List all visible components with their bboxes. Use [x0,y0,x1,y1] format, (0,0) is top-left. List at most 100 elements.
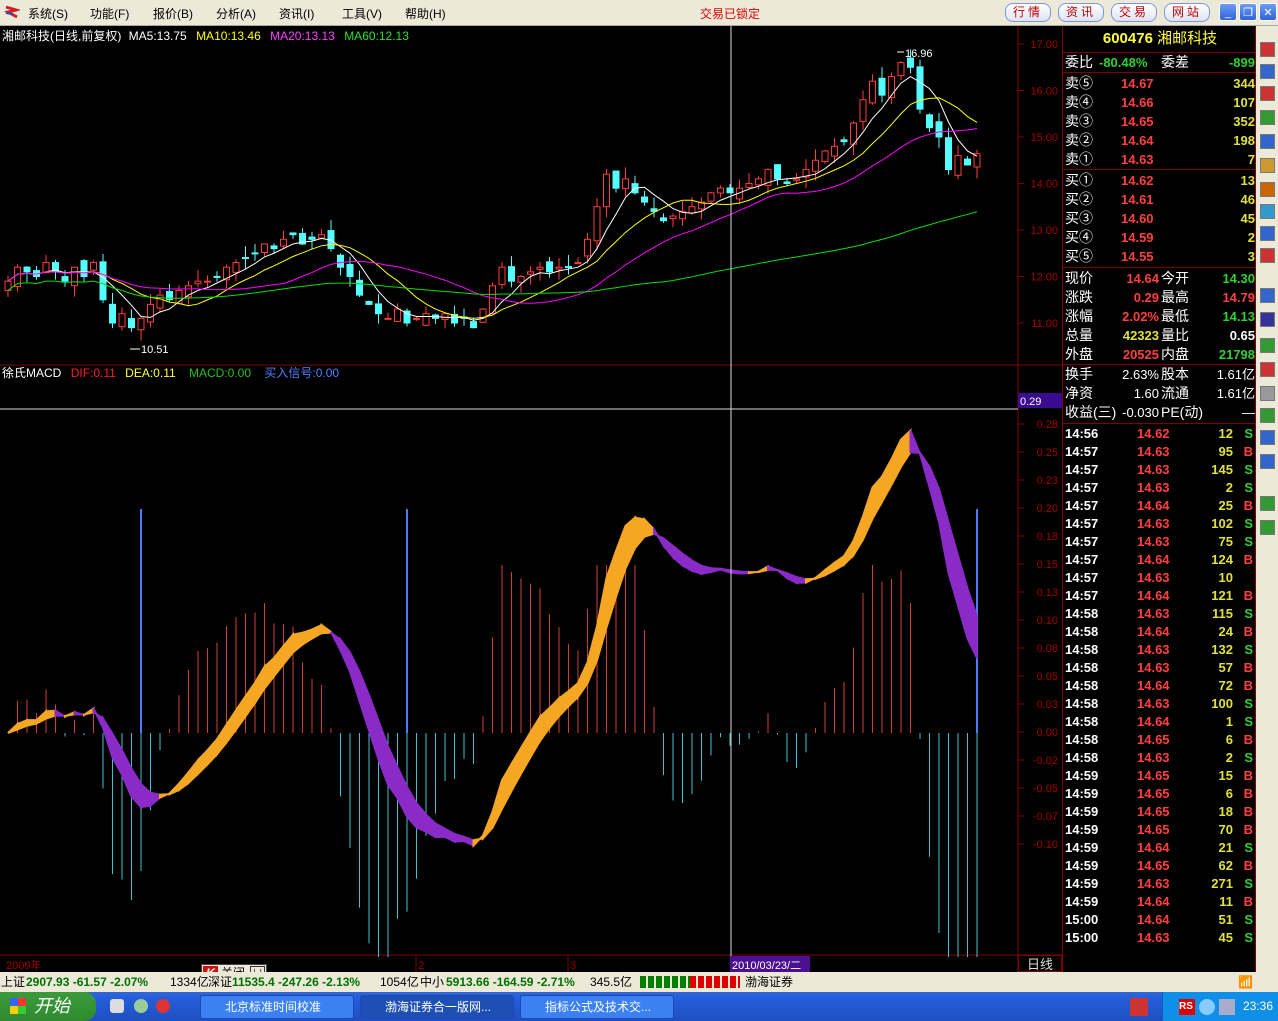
tick-volume: 145 [1211,462,1233,477]
tick-side: S [1244,840,1253,855]
tray-app-icon[interactable] [1130,998,1148,1016]
menu-system[interactable]: 系统(S) [28,5,68,22]
tick-time: 14:59 [1065,786,1099,801]
toolbar-icon-14[interactable] [1260,386,1275,401]
tick-time: 14:59 [1065,858,1099,873]
toolbar-icon-15[interactable] [1260,408,1275,423]
tick-time: 15:00 [1065,930,1099,945]
website-button[interactable]: 网站 [1164,3,1210,22]
toolbar-icon-11[interactable] [1260,312,1275,327]
stat-value: 0.65 [1229,328,1255,343]
dea-value: DEA:0.11 [125,366,176,380]
menu-tools[interactable]: 工具(V) [342,5,382,22]
candle-body [498,266,506,285]
toolbar-icon-5[interactable] [1260,158,1275,173]
macd-ribbon-segment [26,719,38,727]
toolbar-icon-10[interactable] [1260,288,1275,303]
rs-icon[interactable]: RS [1179,999,1195,1015]
task-time-sync[interactable]: 北京标准时间校准 [200,995,354,1019]
tick-price: 14.63 [1137,606,1170,621]
weicha-value: -899 [1228,55,1255,70]
broker-name: 渤海证券 [745,975,794,989]
tick-time: 14:59 [1065,822,1099,837]
macd-axis-label: 0.03 [1037,699,1058,711]
menu-quote[interactable]: 报价(B) [153,5,193,22]
toolbar-icon-16[interactable] [1260,430,1275,445]
period-tab[interactable]: 日线 [1018,955,1062,972]
minimize-button[interactable]: _ [1219,3,1237,21]
tick-price: 14.65 [1137,858,1170,873]
toolbar-icon-2[interactable] [1260,86,1275,101]
task-ie-formula[interactable]: 指标公式及技术交... [520,995,674,1019]
tick-volume: 132 [1211,642,1233,657]
tick-volume: 24 [1218,624,1233,639]
buys-row: 买② 14.61 46 [1063,190,1257,209]
app-quicklaunch-icon[interactable] [156,999,170,1013]
toolbar-icon-3[interactable] [1260,110,1275,125]
sh-label: 上证 [1,975,26,989]
candle-body [204,280,211,283]
macd-ribbon-segment [710,567,722,574]
macd-ribbon-segment [586,625,598,684]
toolbar-icon-17[interactable] [1260,454,1275,469]
buys-volume: 46 [1240,192,1255,207]
sells-row: 卖① 14.63 7 [1063,150,1257,169]
stat-label: 最高 [1161,289,1189,305]
toolbar-icon-12[interactable] [1260,338,1275,353]
signal-icon: 📶 [1238,975,1253,989]
qq-icon[interactable] [1199,999,1215,1015]
tick-volume: 75 [1218,534,1233,549]
toolbar-icon-8[interactable] [1260,226,1275,241]
toolbar-icon-7[interactable] [1260,204,1275,219]
restore-button[interactable]: ❐ [1239,3,1257,21]
media-quicklaunch-icon[interactable] [134,999,148,1013]
candle-body [61,276,69,282]
tick-price: 14.63 [1137,930,1170,945]
toolbar-icon-4[interactable] [1260,134,1275,149]
toolbar-icon-6[interactable] [1260,182,1275,197]
candle-body [584,238,591,257]
tick-volume: 21 [1218,840,1233,855]
menu-function[interactable]: 功能(F) [90,5,129,22]
menu-analysis[interactable]: 分析(A) [216,5,256,22]
right-toolbar [1256,26,1278,972]
fund-value: 2.63% [1122,367,1159,382]
menu-help[interactable]: 帮助(H) [405,5,446,22]
tick-volume: 6 [1225,786,1233,801]
buys-row: 买⑤ 14.55 3 [1063,247,1257,266]
tick-side: S [1244,426,1253,441]
toolbar-icon-0[interactable] [1260,42,1275,57]
tick-volume: 70 [1218,822,1233,837]
buys-row: 买④ 14.59 2 [1063,228,1257,247]
tick-side: B [1243,588,1253,603]
zx-index: 5913.66 -164.59 -2.71% [446,975,575,989]
network-icon[interactable] [1219,999,1235,1015]
close-button[interactable]: ✕ [1259,3,1277,21]
tick-side: S [1244,480,1253,495]
macd-ribbon-segment [786,571,798,585]
macd-ribbon-segment [187,757,199,786]
toolbar-icon-19[interactable] [1260,520,1275,535]
toolbar-icon-13[interactable] [1260,362,1275,377]
task-bohai-securities[interactable]: 渤海证券合一版网... [360,995,514,1019]
stat-value: 14.30 [1222,271,1255,286]
tick-time: 14:58 [1065,750,1099,765]
sells-label: 卖② [1065,132,1093,148]
toolbar-icon-18[interactable] [1260,496,1275,511]
candle-body [318,234,325,239]
market-button[interactable]: 行情 [1005,3,1051,22]
tick-side: B [1243,624,1253,639]
tick-side: S [1244,696,1253,711]
stock-header: 600476 湘邮科技 [1063,29,1257,48]
news-button[interactable]: 资讯 [1058,3,1104,22]
candle-body [878,77,886,96]
ie-quicklaunch-icon[interactable] [110,999,124,1013]
chart-area[interactable]: 17.00 16.00 15.00 14.00 13.00 12.00 11.00 0.28… [0,26,1062,972]
trade-button[interactable]: 交易 [1111,3,1157,22]
toolbar-icon-1[interactable] [1260,64,1275,79]
macd-ribbon-segment [900,428,912,471]
toolbar-icon-9[interactable] [1260,248,1275,263]
candle-body [508,266,515,282]
menu-news[interactable]: 资讯(I) [279,5,314,22]
macd-value: MACD:0.00 [189,366,251,380]
